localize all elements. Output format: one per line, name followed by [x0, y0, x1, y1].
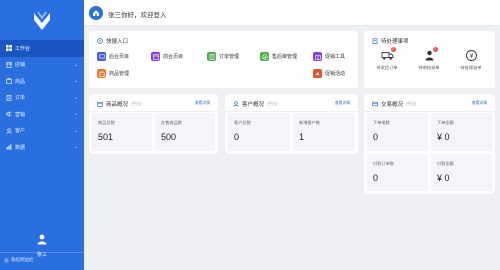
store-icon: [6, 61, 12, 68]
box-icon: [97, 102, 103, 107]
card-title: 快捷入口: [97, 37, 128, 45]
card-title: 待处理事项: [372, 37, 409, 45]
dashboard-icon: [6, 45, 12, 52]
chevron-down-icon: ⌄: [73, 94, 78, 101]
quick-entry-aftersale[interactable]: 售后审管理: [260, 52, 297, 61]
sidebar-item-label: 工作台: [15, 45, 31, 52]
badge-count: 1: [432, 47, 438, 52]
stat-on-sale-goods: 在售商品数 500: [155, 113, 215, 151]
stat-paid-order-count: 付款订单数 0: [367, 154, 428, 191]
sidebar-nav: 工作台 店铺 ⌄ 商品 ⌄ 订单 ⌄ 营销 ⌄ 客户 ⌄ 数据 ⌄: [0, 40, 84, 156]
welcome-text: 张三你好，欢迎登入: [108, 12, 167, 19]
todo-label: 待发货订单: [376, 65, 398, 70]
collapse-label: 收起侧边栏: [11, 257, 34, 262]
todo-pending-shipment[interactable]: 2 待发货订单: [364, 47, 410, 71]
todo-label: 待处理退单: [460, 65, 482, 70]
sidebar-item-customer[interactable]: 客户 ⌄: [0, 123, 84, 140]
view-details-link[interactable]: 查看详情: [472, 101, 487, 106]
chevron-down-icon: ⌄: [73, 111, 78, 117]
sidebar-item-goods[interactable]: 商品 ⌄: [0, 73, 84, 90]
view-details-link[interactable]: 查看详情: [195, 101, 210, 106]
data-icon: [6, 144, 12, 150]
chevron-down-icon: ⌄: [73, 127, 78, 134]
stat-paid-amount: 付款金额 ¥ 0: [431, 154, 492, 191]
refund-icon: [260, 52, 269, 61]
logo-icon: [34, 11, 50, 30]
collapse-sidebar-button[interactable]: 收起侧边栏: [4, 257, 34, 263]
sidebar-item-label: 数据: [15, 144, 26, 151]
promo-tool-icon: [313, 52, 322, 61]
sidebar-item-marketing[interactable]: 营销 ⌄: [0, 106, 84, 123]
sidebar-divider: [0, 252, 84, 253]
sidebar-item-label: 商品: [15, 78, 26, 85]
chevron-down-icon: ⌄: [73, 61, 78, 68]
order-icon: [6, 94, 12, 101]
stat-order-count: 下单笔数 0: [367, 113, 428, 151]
sidebar-item-label: 店铺: [15, 62, 26, 69]
card-title: 交易概况 (今日): [372, 100, 416, 108]
stat-new-customers: 新增客户数 1: [293, 113, 355, 151]
customer-icon: [233, 101, 239, 107]
todo-pending-return[interactable]: ¥ 待处理退单: [448, 49, 494, 71]
card-divider: [364, 111, 495, 112]
view-details-link[interactable]: 查看详情: [335, 101, 350, 106]
marketing-icon: [6, 111, 12, 117]
svg-text:¥: ¥: [469, 53, 473, 60]
goods-icon: [6, 78, 12, 85]
card-divider: [89, 111, 218, 112]
quick-entry-orders[interactable]: 订单管理: [207, 52, 239, 61]
card-title: 客户概况 (今日): [233, 100, 277, 108]
home-icon: [93, 10, 99, 16]
header: 张三你好，欢迎登入: [84, 0, 500, 26]
stat-total-customers: 客户总数 0: [228, 113, 290, 151]
promo-activity-icon: [313, 69, 322, 78]
todo-pending-return-review[interactable]: 1 待审核退单: [406, 47, 452, 71]
avatar: [37, 234, 47, 245]
sidebar-item-label: 订单: [15, 95, 26, 102]
sidebar-item-dashboard[interactable]: 工作台: [0, 40, 84, 57]
sidebar: 工作台 店铺 ⌄ 商品 ⌄ 订单 ⌄ 营销 ⌄ 客户 ⌄ 数据 ⌄ 张三 收起侧…: [0, 0, 84, 270]
trade-icon: [372, 101, 378, 107]
goods-overview-card: 商品概况 (今日) 查看详情 商品总数 501 在售商品数 500: [89, 94, 218, 154]
card-divider: [225, 111, 358, 112]
compass-icon: [97, 38, 103, 44]
layout-icon: [151, 52, 160, 61]
chevron-down-icon: ⌄: [73, 78, 78, 84]
truck-icon: 2: [381, 47, 396, 62]
yuan-coin-icon: ¥: [465, 49, 478, 62]
customer-overview-card: 客户概况 (今日) 查看详情 客户总数 0 新增客户数 1: [225, 94, 358, 154]
card-title: 商品概况 (今日): [97, 100, 141, 108]
quick-entry-promo-tools[interactable]: 促销工具: [313, 52, 345, 61]
sidebar-item-order[interactable]: 订单 ⌄: [0, 90, 84, 107]
sidebar-item-store[interactable]: 店铺 ⌄: [0, 57, 84, 74]
chevron-down-icon: ⌄: [73, 144, 78, 150]
stat-order-amount: 下单金额 ¥ 0: [431, 113, 492, 151]
goods-manage-icon: [97, 69, 106, 78]
quick-entry-backend[interactable]: 后台页目: [97, 52, 129, 61]
clipboard-icon: [372, 38, 378, 44]
quick-entry-promo-activity[interactable]: 促销活动: [313, 69, 345, 78]
quick-entry-goods[interactable]: 商品管理: [97, 69, 129, 78]
customer-icon: [6, 128, 12, 134]
monitor-icon: [97, 52, 106, 61]
sidebar-item-label: 客户: [15, 128, 26, 135]
sidebar-item-label: 营销: [15, 111, 26, 118]
quick-entry-frontend[interactable]: 前台页目: [151, 52, 183, 61]
quick-entry-card: 快捷入口 后台页目 前台页目 订单管理 售后审管理 促销工具 商品管理 促销活动: [89, 31, 358, 88]
todo-label: 待审核退单: [418, 65, 440, 70]
order-manage-icon: [207, 52, 216, 61]
stat-total-goods: 商品总数 501: [92, 113, 152, 151]
trade-overview-card: 交易概况 (今日) 查看详情 下单笔数 0 下单金额 ¥ 0 付款订单数 0 付…: [364, 94, 495, 194]
user-profile[interactable]: 张三: [0, 232, 84, 258]
home-button[interactable]: [89, 6, 103, 20]
person-check-icon: 1: [423, 47, 438, 62]
todo-card: 待处理事项 2 待发货订单 1 待审核退单 ¥ 待处理退单: [364, 31, 495, 88]
badge-count: 2: [390, 47, 396, 52]
sidebar-item-data[interactable]: 数据 ⌄: [0, 139, 84, 156]
collapse-icon: [4, 258, 9, 262]
